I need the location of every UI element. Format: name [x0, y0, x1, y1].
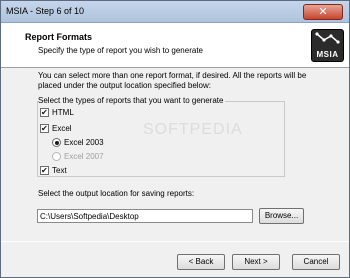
logo-text: MSIA [316, 50, 339, 59]
browse-button[interactable]: Browse... [259, 208, 304, 224]
cancel-button[interactable]: Cancel [292, 254, 340, 270]
group-label: Select the types of reports that you wan… [38, 96, 226, 105]
page-subtitle: Specify the type of report you wish to g… [38, 46, 203, 55]
text-option[interactable]: Text [40, 165, 67, 176]
wizard-window: MSIA - Step 6 of 10 ✕ Report Formats Spe… [0, 0, 350, 278]
text-label: Text [52, 166, 67, 175]
back-button[interactable]: < Back [177, 254, 225, 270]
html-checkbox[interactable] [40, 107, 49, 118]
title-bar: MSIA - Step 6 of 10 ✕ [1, 1, 349, 23]
msia-logo-graphic [315, 32, 340, 44]
excel2007-option[interactable]: Excel 2007 [52, 152, 104, 161]
excel2007-radio[interactable] [52, 152, 61, 161]
excel2003-label: Excel 2003 [64, 138, 104, 147]
text-checkbox[interactable] [40, 165, 49, 176]
excel2003-radio[interactable] [52, 138, 61, 147]
window-title: MSIA - Step 6 of 10 [6, 6, 85, 16]
msia-logo-icon: MSIA [311, 29, 344, 62]
excel2007-label: Excel 2007 [64, 152, 104, 161]
html-option[interactable]: HTML [40, 107, 74, 118]
wizard-header: Report Formats Specify the type of repor… [1, 23, 349, 68]
close-button[interactable]: ✕ [303, 4, 343, 20]
html-label: HTML [52, 108, 74, 117]
report-types-group: Select the types of reports that you wan… [37, 96, 285, 177]
excel-option[interactable]: Excel [40, 123, 72, 134]
page-title: Report Formats [25, 32, 93, 42]
output-path-input[interactable] [37, 209, 253, 223]
excel-label: Excel [52, 124, 72, 133]
excel2003-option[interactable]: Excel 2003 [52, 138, 104, 147]
next-button[interactable]: Next > [232, 254, 280, 270]
excel-checkbox[interactable] [40, 123, 49, 134]
intro-text: You can select more than one report form… [38, 71, 307, 90]
footer-separator [1, 241, 349, 242]
output-location-label: Select the output location for saving re… [38, 189, 195, 198]
